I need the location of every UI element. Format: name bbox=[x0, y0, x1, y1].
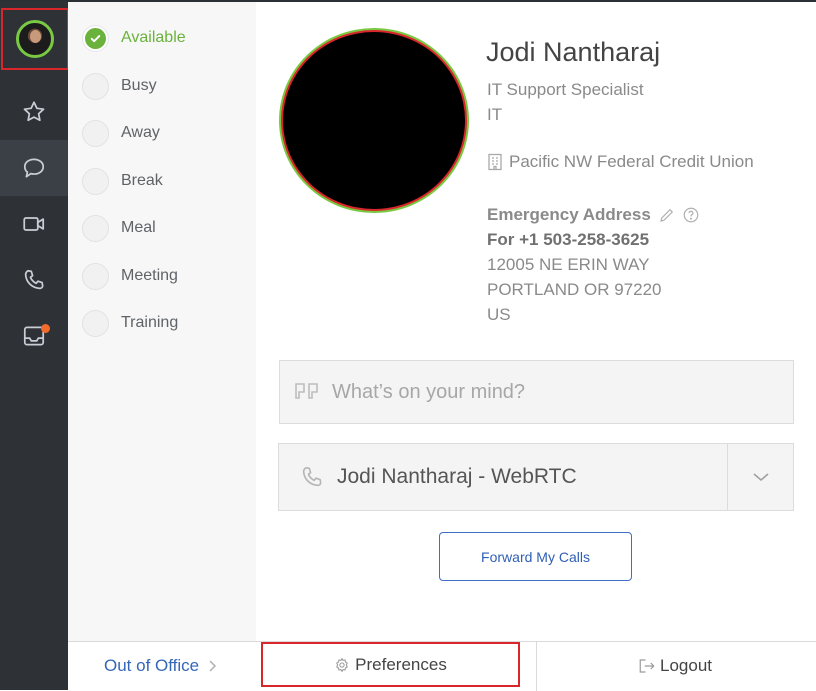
phone-icon bbox=[302, 466, 322, 487]
out-of-office-link[interactable]: Out of Office bbox=[104, 656, 219, 676]
check-icon bbox=[85, 27, 106, 49]
status-radio bbox=[82, 119, 109, 147]
chevron-right-icon bbox=[209, 660, 217, 672]
status-training[interactable]: Training bbox=[82, 308, 178, 338]
status-radio bbox=[82, 24, 109, 52]
status-busy[interactable]: Busy bbox=[82, 71, 157, 101]
status-radio bbox=[82, 167, 109, 195]
emergency-header: Emergency Address bbox=[487, 205, 700, 225]
profile-photo[interactable] bbox=[281, 30, 467, 211]
status-label: Available bbox=[121, 29, 186, 46]
status-away[interactable]: Away bbox=[82, 118, 160, 148]
status-meeting[interactable]: Meeting bbox=[82, 261, 178, 291]
status-label: Busy bbox=[121, 77, 157, 94]
help-icon[interactable] bbox=[682, 206, 700, 224]
favorites-nav[interactable] bbox=[0, 84, 68, 140]
status-label: Away bbox=[121, 124, 160, 141]
status-meal[interactable]: Meal bbox=[82, 213, 156, 243]
device-dropdown-toggle[interactable] bbox=[728, 444, 793, 510]
profile-name: Jodi Nantharaj bbox=[486, 37, 661, 67]
profile-title: IT Support Specialist bbox=[487, 80, 644, 99]
chat-icon bbox=[23, 158, 45, 178]
avatar bbox=[16, 20, 54, 58]
phone-nav[interactable] bbox=[0, 252, 68, 308]
status-break[interactable]: Break bbox=[82, 166, 163, 196]
video-nav[interactable] bbox=[0, 196, 68, 252]
status-label: Meal bbox=[121, 219, 156, 236]
status-radio bbox=[82, 72, 109, 100]
out-of-office-label: Out of Office bbox=[104, 656, 200, 675]
logout-icon bbox=[639, 659, 655, 673]
status-message-placeholder: What’s on your mind? bbox=[332, 380, 526, 403]
address-country: US bbox=[487, 305, 511, 324]
emergency-heading: Emergency Address bbox=[487, 205, 651, 224]
status-panel: Available Busy Away Break Meal Meeting T… bbox=[68, 2, 256, 641]
video-icon bbox=[23, 217, 45, 231]
status-radio bbox=[82, 214, 109, 242]
profile-company: Pacific NW Federal Credit Union bbox=[487, 152, 754, 172]
quote-icon bbox=[295, 383, 318, 399]
inbox-nav[interactable] bbox=[0, 308, 68, 364]
device-select[interactable]: Jodi Nantharaj - WebRTC bbox=[278, 443, 794, 511]
footer-bar: Out of Office Preferences Logout bbox=[68, 641, 816, 691]
chevron-down-icon bbox=[752, 473, 769, 482]
company-name: Pacific NW Federal Credit Union bbox=[509, 152, 754, 171]
device-selected-value: Jodi Nantharaj - WebRTC bbox=[337, 465, 577, 488]
gear-icon bbox=[336, 657, 349, 672]
address-street: 12005 NE ERIN WAY bbox=[487, 255, 650, 274]
star-icon bbox=[23, 101, 45, 122]
nav-rail bbox=[0, 2, 69, 690]
forward-calls-button[interactable]: Forward My Calls bbox=[439, 532, 632, 581]
preferences-label: Preferences bbox=[355, 654, 447, 674]
preferences-button[interactable]: Preferences bbox=[261, 642, 520, 687]
phone-icon bbox=[24, 269, 44, 290]
status-radio bbox=[82, 262, 109, 290]
status-label: Break bbox=[121, 172, 163, 189]
edit-icon[interactable] bbox=[658, 206, 676, 224]
chat-nav[interactable] bbox=[0, 140, 68, 196]
logout-label: Logout bbox=[660, 656, 712, 675]
address-city: PORTLAND OR 97220 bbox=[487, 280, 662, 299]
status-label: Meeting bbox=[121, 267, 178, 284]
divider bbox=[536, 642, 537, 691]
status-label: Training bbox=[121, 314, 179, 331]
avatar-button[interactable] bbox=[1, 8, 69, 70]
profile-department: IT bbox=[487, 105, 503, 124]
status-radio bbox=[82, 309, 109, 337]
notification-badge bbox=[41, 324, 50, 333]
emergency-number: For +1 503-258-3625 bbox=[487, 230, 650, 249]
status-message-input[interactable]: What’s on your mind? bbox=[279, 360, 794, 424]
status-available[interactable]: Available bbox=[82, 23, 186, 53]
building-icon bbox=[488, 153, 502, 171]
logout-button[interactable]: Logout bbox=[638, 656, 712, 676]
